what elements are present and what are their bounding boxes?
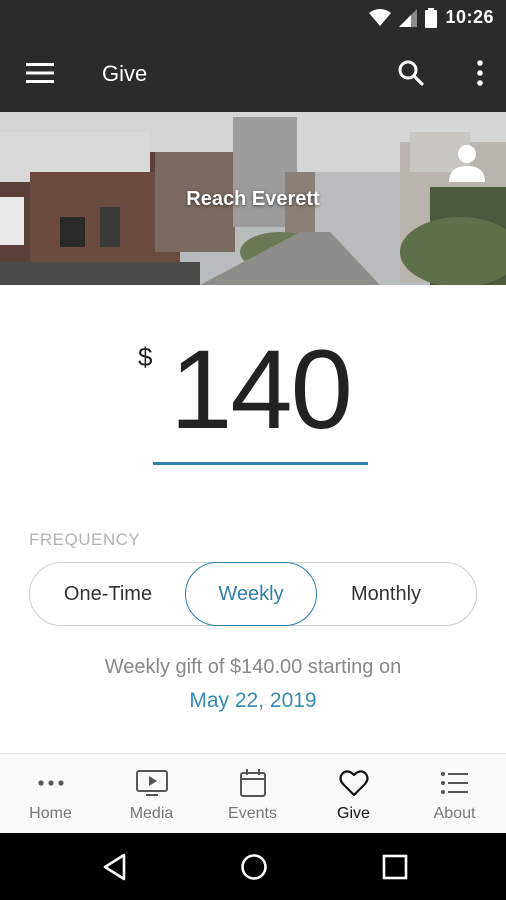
menu-icon[interactable] xyxy=(26,63,54,83)
search-icon[interactable] xyxy=(398,60,424,86)
frequency-label: FREQUENCY xyxy=(29,530,141,549)
profile-icon[interactable] xyxy=(448,144,486,182)
more-vert-icon[interactable] xyxy=(476,60,484,86)
nav-label-home: Home xyxy=(29,805,72,822)
list-icon xyxy=(440,772,468,794)
amount-input[interactable]: $ 140 xyxy=(138,330,368,465)
recents-icon[interactable] xyxy=(382,853,408,881)
nav-label-events: Events xyxy=(228,805,277,822)
gift-summary: Weekly gift of $140.00 starting on xyxy=(104,656,402,678)
amount-underline xyxy=(153,462,368,465)
frequency-monthly-button[interactable]: Monthly xyxy=(318,562,454,626)
nav-label-media: Media xyxy=(129,805,174,822)
clock: 10:26 xyxy=(445,7,494,27)
system-navigation-bar xyxy=(0,833,506,900)
nav-label-give: Give xyxy=(337,805,370,822)
frequency-weekly-button[interactable]: Weekly xyxy=(185,562,317,626)
battery-icon xyxy=(425,7,438,28)
wifi-icon xyxy=(369,8,392,26)
start-date-link[interactable]: May 22, 2019 xyxy=(0,689,506,713)
organization-banner: Reach Everett xyxy=(0,112,506,285)
nav-item-about[interactable]: About xyxy=(404,754,505,834)
organization-name: Reach Everett xyxy=(186,188,320,210)
tv-play-icon xyxy=(135,770,168,796)
back-icon[interactable] xyxy=(102,853,128,881)
heart-icon xyxy=(338,770,369,797)
signal-icon xyxy=(399,8,418,27)
app-bar: Give xyxy=(0,36,506,112)
home-circle-icon[interactable] xyxy=(240,853,268,881)
currency-symbol: $ xyxy=(138,342,153,372)
amount-value[interactable]: 140 xyxy=(153,330,368,450)
frequency-selector: One-Time Weekly Monthly xyxy=(29,562,477,626)
nav-label-about: About xyxy=(433,805,476,822)
status-icons: 10:26 xyxy=(369,7,494,28)
bottom-navigation: Home Media Events Give About xyxy=(0,753,506,834)
page-title: Give xyxy=(102,61,148,86)
nav-item-home[interactable]: Home xyxy=(0,754,101,834)
nav-item-media[interactable]: Media xyxy=(101,754,202,834)
status-bar: 10:26 xyxy=(0,0,506,36)
more-horiz-icon xyxy=(37,780,64,786)
calendar-icon xyxy=(239,769,266,797)
nav-item-give[interactable]: Give xyxy=(303,754,404,834)
nav-item-events[interactable]: Events xyxy=(202,754,303,834)
frequency-one-time-button[interactable]: One-Time xyxy=(30,562,186,626)
